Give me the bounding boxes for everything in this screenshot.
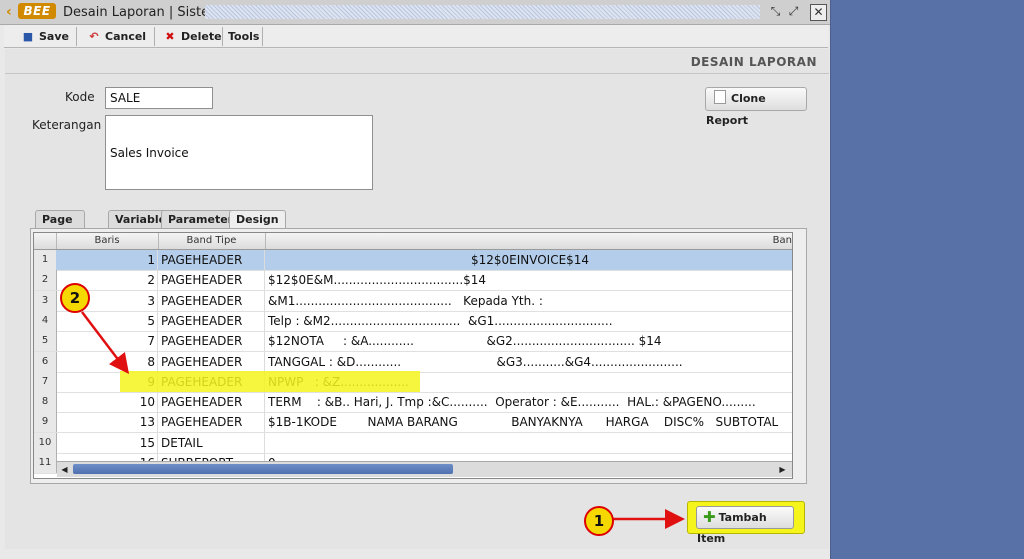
- baris-cell[interactable]: 5: [56, 310, 158, 331]
- report-design-window: ‹ BEE Desain Laporan | Sistem ⤡ ⤢ ✕ ■ Sav…: [0, 0, 831, 559]
- column-header-band[interactable]: Ban: [265, 233, 792, 249]
- band-text-cell[interactable]: TERM : &B.. Hari, J. Tmp :&C.......... O…: [265, 392, 792, 412]
- band-tipe-cell[interactable]: PAGEHEADER: [158, 392, 265, 413]
- table-row[interactable]: 4 5 PAGEHEADER Telp : &M2..................…: [34, 310, 792, 332]
- band-tipe-cell[interactable]: PAGEHEADER: [158, 412, 265, 433]
- scroll-left-icon[interactable]: ◀: [57, 462, 72, 477]
- tab-design-layout[interactable]: Design Layout: [229, 210, 286, 244]
- band-text-cell[interactable]: [265, 433, 792, 453]
- row-number: 11: [34, 453, 57, 473]
- toolbar-separator: [154, 27, 155, 46]
- save-button[interactable]: ■ Save: [20, 28, 69, 46]
- row-number: 6: [34, 351, 57, 372]
- table-row[interactable]: 5 7 PAGEHEADER $12NOTA : &A............ &G2…: [34, 331, 792, 353]
- layout-grid: Baris Band Tipe Ban 1 1 PAGEHEADER $12$0EIN…: [33, 232, 793, 479]
- band-tipe-cell[interactable]: PAGEHEADER: [158, 331, 265, 352]
- page-title: DESAIN LAPORAN: [690, 55, 817, 69]
- row-number: 4: [34, 310, 57, 331]
- band-tipe-cell[interactable]: PAGEHEADER: [158, 310, 265, 331]
- keterangan-field[interactable]: Sales Invoice: [105, 115, 373, 190]
- annotation-marker-1: 1: [584, 506, 614, 536]
- annotation-marker-2: 2: [60, 283, 90, 313]
- band-text-cell[interactable]: $12$0E&M................................…: [265, 270, 792, 290]
- baris-cell[interactable]: 1: [56, 250, 158, 270]
- scroll-right-icon[interactable]: ▶: [775, 462, 790, 477]
- grid-header: Baris Band Tipe Ban: [34, 233, 792, 250]
- close-icon[interactable]: ✕: [810, 4, 827, 21]
- row-number: 7: [34, 371, 57, 392]
- band-tipe-cell[interactable]: PAGEHEADER: [158, 290, 265, 311]
- band-text-cell[interactable]: $12NOTA : &A............ &G2............…: [265, 331, 792, 351]
- tab-page-setup[interactable]: Page Setup: [35, 210, 86, 244]
- kode-label: Kode: [65, 90, 95, 104]
- baris-cell[interactable]: 13: [56, 412, 158, 433]
- app-logo: BEE: [18, 3, 56, 19]
- title-bar-pattern: [205, 5, 760, 19]
- vertical-scrollbar[interactable]: ▲ ▼: [792, 249, 793, 477]
- band-tipe-cell[interactable]: PAGEHEADER: [158, 270, 265, 291]
- table-row[interactable]: 1 1 PAGEHEADER $12$0EINVOICE$14: [34, 250, 792, 271]
- document-icon: [714, 90, 726, 104]
- table-row[interactable]: 10 15 DETAIL: [34, 432, 792, 454]
- tools-button[interactable]: Tools: [228, 28, 259, 46]
- design-layout-panel: Baris Band Tipe Ban 1 1 PAGEHEADER $12$0EIN…: [30, 228, 807, 484]
- row-number: 3: [34, 290, 57, 311]
- tambah-item-button[interactable]: ✚ Tambah Item: [696, 506, 794, 545]
- delete-icon: ✖: [165, 30, 175, 43]
- band-tipe-cell[interactable]: PAGEHEADER: [158, 351, 265, 372]
- tambah-item-highlight: ✚ Tambah Item: [687, 501, 805, 545]
- baris-cell[interactable]: 7: [56, 331, 158, 352]
- row-number: 5: [34, 331, 57, 352]
- toolbar-separator: [76, 27, 77, 46]
- band-text-cell[interactable]: TANGGAL : &D............ &G3...........&…: [265, 352, 792, 372]
- table-row[interactable]: 8 10 PAGEHEADER TERM : &B.. Hari, J. Tmp :&…: [34, 392, 792, 414]
- undo-icon: ↶: [89, 30, 99, 43]
- horizontal-scrollbar[interactable]: ◀ ▶: [57, 461, 792, 477]
- baris-cell[interactable]: 10: [56, 392, 158, 413]
- restore-icon[interactable]: ⤡: [768, 4, 783, 19]
- baris-cell[interactable]: 15: [56, 432, 158, 453]
- toolbar-separator: [262, 27, 263, 46]
- row-highlight-annotation: [120, 371, 420, 392]
- column-header-baris[interactable]: Baris: [56, 233, 159, 249]
- band-text-cell[interactable]: $1B-1KODE NAMA BARANG BANYAKNYA HARGA DI…: [265, 412, 792, 432]
- band-text-cell[interactable]: Telp : &M2..............................…: [265, 311, 792, 331]
- keterangan-label: Keterangan: [32, 118, 102, 132]
- table-row[interactable]: 6 8 PAGEHEADER TANGGAL : &D............ &G3…: [34, 351, 792, 373]
- band-text-cell[interactable]: $12$0EINVOICE$14: [265, 250, 792, 270]
- row-number: 8: [34, 392, 57, 413]
- baris-cell[interactable]: 8: [56, 351, 158, 372]
- cancel-button[interactable]: ↶ Cancel: [86, 28, 146, 46]
- row-number-header: [34, 233, 57, 249]
- table-row[interactable]: 3 3 PAGEHEADER &M1.........................…: [34, 290, 792, 312]
- row-number: 1: [34, 250, 57, 270]
- maximize-icon[interactable]: ⤢: [786, 4, 801, 19]
- clone-report-button[interactable]: Clone Report: [705, 87, 807, 127]
- window-title: Desain Laporan | Sistem: [63, 5, 222, 20]
- back-icon[interactable]: ‹: [6, 4, 12, 20]
- main-panel: DESAIN LAPORAN Kode SALE Keterangan Sale…: [5, 49, 829, 549]
- toolbar-separator: [222, 27, 223, 46]
- title-bar: ‹ BEE Desain Laporan | Sistem ⤡ ⤢ ✕: [0, 0, 830, 25]
- kode-field[interactable]: SALE: [105, 87, 213, 109]
- delete-button[interactable]: ✖ Delete: [162, 28, 221, 46]
- table-row[interactable]: 2 2 PAGEHEADER $12$0E&M....................…: [34, 270, 792, 292]
- save-icon: ■: [22, 30, 34, 43]
- row-number: 9: [34, 412, 57, 433]
- band-text-cell[interactable]: &M1.....................................…: [265, 291, 792, 311]
- plus-icon: ✚: [703, 508, 716, 526]
- column-header-band-tipe[interactable]: Band Tipe: [158, 233, 266, 249]
- toolbar: ■ Save ↶ Cancel ✖ Delete Tools: [4, 25, 828, 48]
- row-number: 2: [34, 270, 57, 291]
- band-tipe-cell[interactable]: DETAIL: [158, 432, 265, 453]
- header-divider: [5, 73, 829, 74]
- band-tipe-cell[interactable]: PAGEHEADER: [158, 250, 265, 270]
- horizontal-scroll-thumb[interactable]: [73, 464, 453, 474]
- table-row[interactable]: 9 13 PAGEHEADER $1B-1KODE NAMA BARANG BANYA…: [34, 412, 792, 434]
- row-number: 10: [34, 432, 57, 453]
